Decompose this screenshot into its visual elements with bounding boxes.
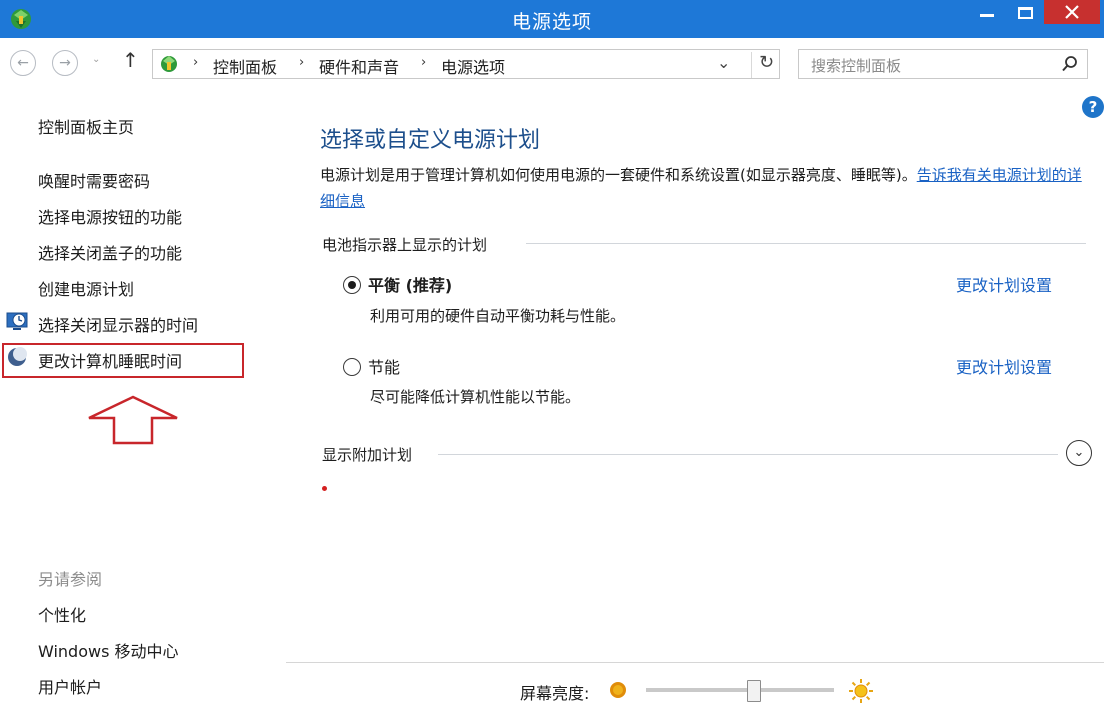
group-divider — [526, 243, 1086, 244]
search-icon[interactable] — [1061, 55, 1079, 73]
navigation-bar: ← → ⌄ ↑ › 控制面板 › 硬件和声音 › 电源选项 ⌄ ↻ 搜索控制面板 — [0, 38, 1104, 94]
red-dot — [322, 486, 327, 491]
choose-display-off-time-link[interactable]: 选择关闭显示器的时间 — [38, 312, 198, 336]
control-panel-icon — [161, 56, 177, 72]
screen-brightness-label: 屏幕亮度: — [520, 684, 590, 703]
chevron-down-icon: ⌄ — [1073, 445, 1085, 460]
breadcrumb-control-panel[interactable]: 控制面板 — [213, 54, 277, 78]
balanced-plan-name[interactable]: 平衡 (推荐) — [368, 272, 452, 296]
balanced-change-plan-settings-link[interactable]: 更改计划设置 — [956, 272, 1052, 296]
windows-mobility-center-link[interactable]: Windows 移动中心 — [38, 638, 179, 662]
power-saver-plan-description: 尽可能降低计算机性能以节能。 — [370, 388, 581, 406]
window-title: 电源选项 — [511, 11, 592, 33]
title-bar: 电源选项 — [0, 0, 1104, 38]
refresh-button[interactable]: ↻ — [751, 52, 781, 78]
power-saver-plan-radio[interactable] — [343, 358, 361, 376]
close-icon — [1065, 5, 1079, 19]
power-saver-plan-name[interactable]: 节能 — [368, 354, 400, 378]
search-box[interactable]: 搜索控制面板 — [798, 49, 1088, 79]
create-power-plan-link[interactable]: 创建电源计划 — [38, 276, 134, 300]
page-description: 电源计划是用于管理计算机如何使用电源的一套硬件和系统设置(如显示器亮度、睡眠等)… — [320, 162, 1090, 214]
breadcrumb-separator[interactable]: › — [299, 55, 304, 70]
highlight-box — [2, 343, 244, 378]
bright-brightness-icon — [849, 679, 873, 703]
breadcrumb-separator: › — [193, 55, 199, 70]
page-title: 选择或自定义电源计划 — [320, 128, 541, 153]
description-text: 电源计划是用于管理计算机如何使用电源的一套硬件和系统设置(如显示器亮度、睡眠等)… — [320, 166, 917, 184]
back-button[interactable]: ← — [10, 50, 36, 76]
address-dropdown-button[interactable]: ⌄ — [717, 53, 730, 72]
personalization-link[interactable]: 个性化 — [38, 602, 86, 626]
brightness-slider-track[interactable] — [646, 688, 834, 692]
minimize-icon — [980, 13, 994, 17]
maximize-icon — [1017, 7, 1033, 19]
power-saver-change-plan-settings-link[interactable]: 更改计划设置 — [956, 354, 1052, 378]
choose-power-button-action-link[interactable]: 选择电源按钮的功能 — [38, 204, 182, 228]
group-divider — [438, 454, 1058, 455]
forward-arrow-icon: → — [59, 55, 71, 71]
control-panel-home-link[interactable]: 控制面板主页 — [38, 114, 134, 138]
display-timer-icon — [6, 312, 28, 330]
battery-plans-heading: 电池指示器上显示的计划 — [322, 236, 488, 254]
back-arrow-icon: ← — [17, 55, 29, 71]
maximize-button[interactable] — [1002, 0, 1048, 26]
close-button[interactable] — [1044, 0, 1100, 24]
up-button[interactable]: ↑ — [122, 48, 139, 72]
balanced-plan-description: 利用可用的硬件自动平衡功耗与性能。 — [370, 307, 626, 325]
help-button[interactable]: ? — [1082, 96, 1104, 118]
choose-lid-close-action-link[interactable]: 选择关闭盖子的功能 — [38, 240, 182, 264]
breadcrumb-power-options[interactable]: 电源选项 — [441, 54, 505, 78]
address-bar[interactable]: › 控制面板 › 硬件和声音 › 电源选项 ⌄ ↻ — [152, 49, 780, 79]
see-also-heading: 另请参阅 — [38, 570, 103, 589]
additional-plans-heading[interactable]: 显示附加计划 — [322, 444, 412, 465]
expand-additional-plans-button[interactable]: ⌄ — [1066, 440, 1092, 466]
bottom-divider — [286, 662, 1104, 663]
dim-brightness-icon — [610, 682, 626, 698]
brightness-slider-thumb[interactable] — [746, 680, 761, 702]
refresh-icon: ↻ — [758, 52, 775, 73]
breadcrumb-hardware-sound[interactable]: 硬件和声音 — [319, 54, 399, 78]
require-password-on-wakeup-link[interactable]: 唤醒时需要密码 — [38, 168, 150, 192]
search-placeholder: 搜索控制面板 — [811, 57, 902, 75]
breadcrumb-separator[interactable]: › — [421, 55, 426, 70]
recent-locations-button[interactable]: ⌄ — [92, 54, 100, 65]
user-accounts-link[interactable]: 用户帐户 — [38, 674, 102, 698]
balanced-plan-radio[interactable] — [343, 276, 361, 294]
up-arrow-annotation-icon — [88, 395, 178, 445]
forward-button[interactable]: → — [52, 50, 78, 76]
